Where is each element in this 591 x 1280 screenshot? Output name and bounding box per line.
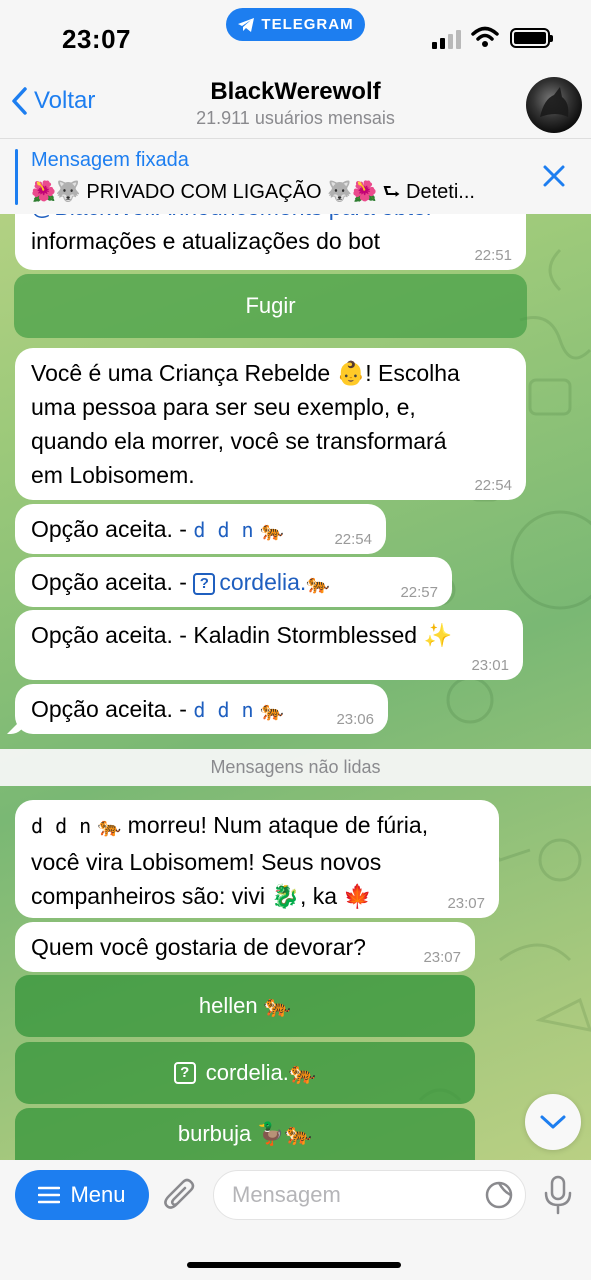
message-time: 22:57 bbox=[400, 584, 438, 601]
message-text: Quem você gostaria de devorar? bbox=[31, 934, 366, 960]
keyboard-button-cordelia[interactable]: ? cordelia.🐅 bbox=[15, 1042, 475, 1104]
emoji: 🐅 bbox=[97, 817, 122, 838]
emoji: 🐅 bbox=[259, 521, 284, 542]
message-text: você vira Lobisomem! Seus novos bbox=[31, 849, 382, 875]
chat-subtitle: 21.911 usuários mensais bbox=[196, 108, 395, 128]
battery-icon bbox=[510, 28, 553, 48]
menu-button[interactable]: Menu bbox=[15, 1170, 149, 1220]
message-text: Opção aceita. - bbox=[31, 516, 194, 542]
telegram-pill[interactable]: TELEGRAM bbox=[226, 8, 365, 41]
message-text: uma pessoa para ser seu exemplo, e, bbox=[31, 394, 416, 420]
keyboard-button-label: burbuja 🦆🐅 bbox=[177, 1121, 313, 1146]
pinned-indicator bbox=[15, 149, 18, 205]
hamburger-icon bbox=[38, 1186, 61, 1204]
microphone-icon[interactable] bbox=[543, 1175, 573, 1215]
message-text: morreu! Num ataque de fúria, bbox=[121, 812, 429, 838]
user-mention[interactable]: d d n bbox=[193, 518, 253, 542]
home-indicator bbox=[187, 1262, 401, 1268]
telegram-pill-label: TELEGRAM bbox=[261, 16, 354, 33]
pinned-title: Mensagem fixada bbox=[31, 149, 189, 171]
keyboard-button-burbuja[interactable]: burbuja 🦆🐅 bbox=[15, 1108, 475, 1160]
status-bar: 23:07 TELEGRAM bbox=[0, 0, 591, 68]
message-text: Opção aceita. - bbox=[31, 696, 194, 722]
message-bubble[interactable]: Opção aceita. - Kaladin Stormblessed ✨ 2… bbox=[15, 610, 523, 680]
user-mention[interactable]: d d n bbox=[31, 814, 91, 838]
pinned-message-overlay: Mensagem fixada 🌺🐺 PRIVADO COM LIGAÇÃO 🐺… bbox=[0, 138, 591, 214]
message-input[interactable]: Mensagem bbox=[213, 1170, 526, 1220]
close-icon[interactable] bbox=[541, 163, 567, 189]
chat-title[interactable]: BlackWerewolf bbox=[0, 78, 591, 106]
message-bubble[interactable]: Você é uma Criança Rebelde 👶! Escolha um… bbox=[15, 348, 526, 500]
clock: 23:07 bbox=[62, 24, 131, 54]
paperclip-icon[interactable] bbox=[163, 1176, 197, 1214]
signal-icon bbox=[432, 30, 461, 49]
message-time: 22:54 bbox=[334, 531, 372, 548]
message-text: quando ela morrer, você se transformará bbox=[31, 428, 447, 454]
emoji: 🐅 bbox=[259, 701, 284, 722]
chevron-down-icon bbox=[540, 1115, 566, 1129]
sticker-icon[interactable] bbox=[484, 1180, 514, 1210]
message-text: companheiros são: vivi 🐉, ka 🍁 bbox=[31, 883, 373, 909]
message-bubble[interactable]: Opção aceita. - ? cordelia.🐅 22:57 bbox=[15, 557, 452, 607]
wifi-icon bbox=[471, 26, 499, 47]
message-text: Você é uma Criança Rebelde 👶! Escolha bbox=[31, 360, 460, 386]
chat-header: Voltar BlackWerewolf 21.911 usuários men… bbox=[0, 68, 591, 138]
message-time: 23:07 bbox=[447, 895, 485, 912]
message-time: 23:07 bbox=[423, 949, 461, 966]
message-time: 23:06 bbox=[336, 711, 374, 728]
user-mention[interactable]: cordelia. bbox=[219, 569, 306, 595]
telegram-icon bbox=[238, 17, 255, 32]
unread-divider: Mensagens não lidas bbox=[0, 749, 591, 786]
question-box-icon: ? bbox=[173, 1062, 196, 1084]
message-input-placeholder: Mensagem bbox=[232, 1182, 341, 1207]
avatar[interactable] bbox=[526, 77, 582, 133]
keyboard-button-label: cordelia.🐅 bbox=[205, 1060, 317, 1085]
message-bubble[interactable]: d d n 🐅 morreu! Num ataque de fúria, voc… bbox=[15, 800, 499, 918]
question-box-icon: ? bbox=[193, 573, 216, 595]
user-mention[interactable]: d d n bbox=[193, 698, 253, 722]
message-time: 22:51 bbox=[474, 247, 512, 264]
flee-button-label: Fugir bbox=[245, 293, 296, 318]
message-text: informações e atualizações do bot bbox=[31, 228, 381, 254]
flee-button[interactable]: Fugir bbox=[14, 274, 527, 338]
message-time: 23:01 bbox=[471, 657, 509, 674]
message-bubble[interactable]: Opção aceita. - d d n 🐅 23:06 bbox=[15, 684, 388, 734]
keyboard-button-label: hellen 🐅 bbox=[198, 993, 292, 1018]
emoji: 🐅 bbox=[306, 574, 330, 595]
message-bubble[interactable]: Opção aceita. - d d n 🐅 22:54 bbox=[15, 504, 386, 554]
scroll-down-button[interactable] bbox=[525, 1094, 581, 1150]
message-text: Opção aceita. - Kaladin Stormblessed ✨ bbox=[31, 622, 453, 648]
message-text: em Lobisomem. bbox=[31, 462, 195, 488]
message-time: 22:54 bbox=[474, 477, 512, 494]
pinned-text: 🌺🐺 PRIVADO COM LIGAÇÃO 🐺🌺 ⮑ Deteti... bbox=[31, 181, 475, 203]
menu-button-label: Menu bbox=[70, 1182, 126, 1207]
keyboard-button-hellen[interactable]: hellen 🐅 bbox=[15, 975, 475, 1037]
message-text: Opção aceita. - bbox=[31, 569, 194, 595]
message-bubble[interactable]: Quem você gostaria de devorar? 23:07 bbox=[15, 922, 475, 972]
